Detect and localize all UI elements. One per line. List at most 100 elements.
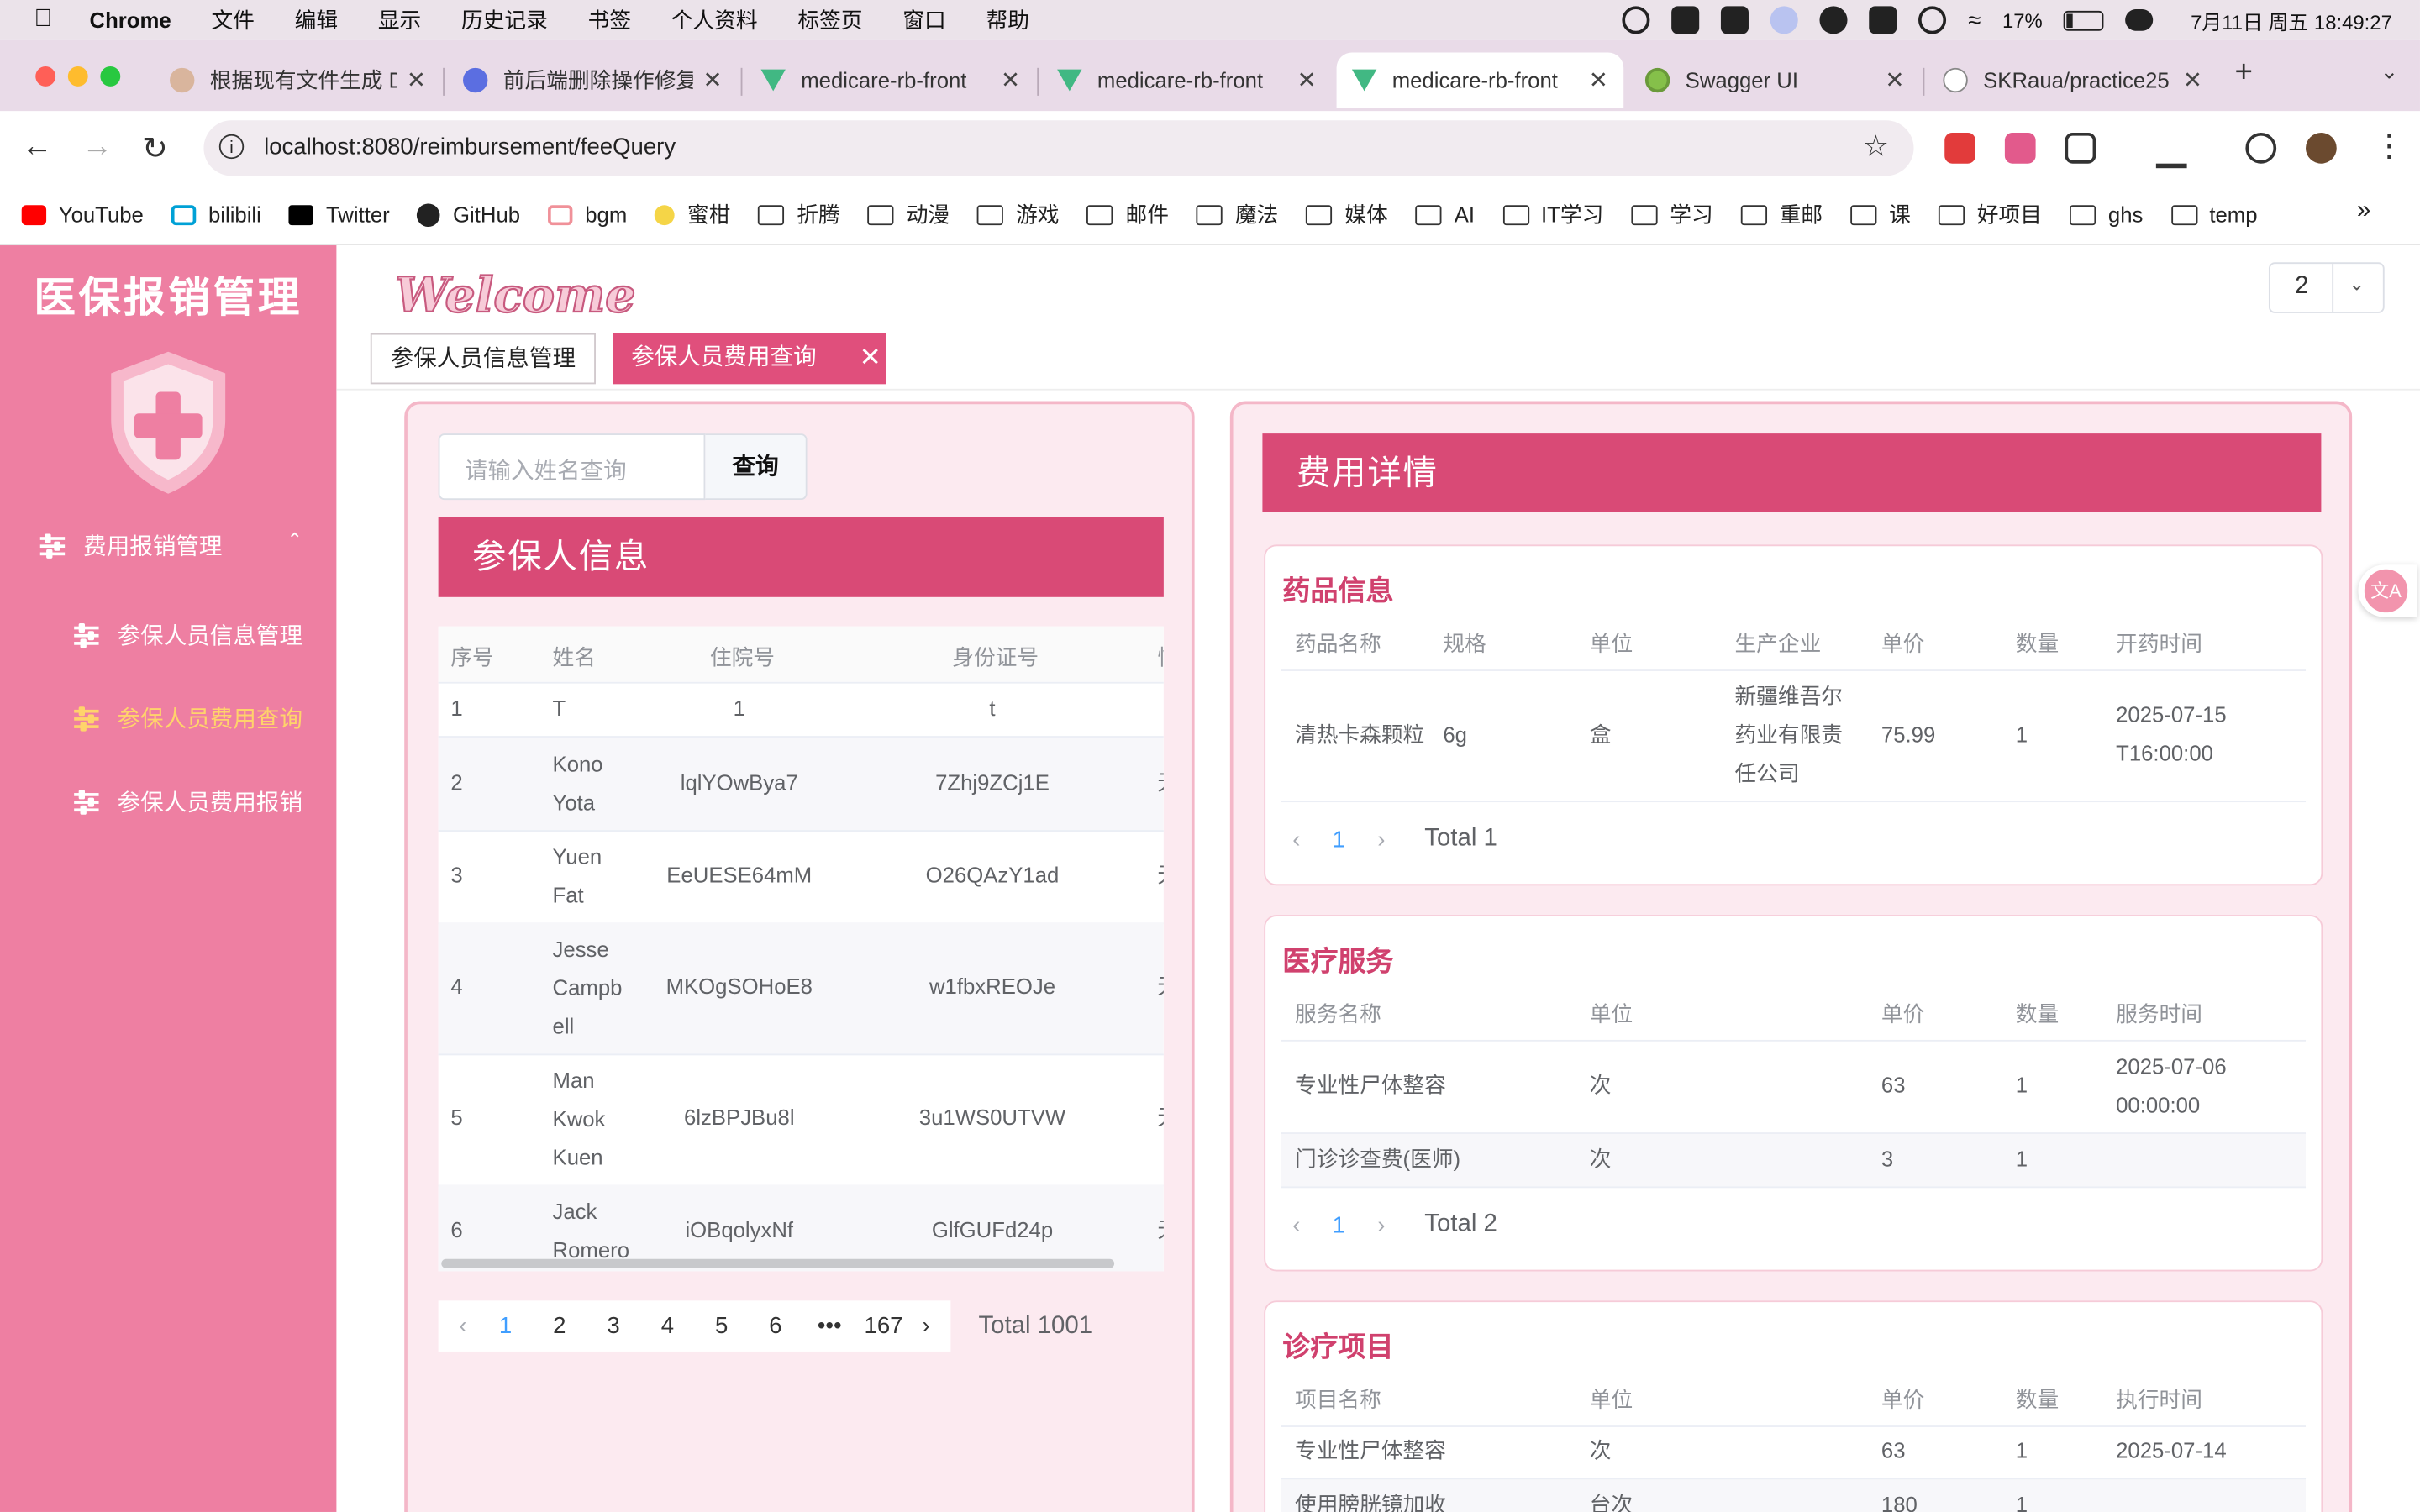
column-header[interactable]: 单价 xyxy=(1881,998,1924,1029)
close-tab-icon[interactable]: ✕ xyxy=(1589,66,1608,94)
bookmark-mikan[interactable]: 蜜柑 xyxy=(655,199,730,230)
bookmark-folder[interactable]: ghs xyxy=(2069,202,2143,227)
page-number[interactable]: 1 xyxy=(1312,827,1365,853)
column-header[interactable]: 身份证号 xyxy=(952,642,1039,673)
bell-icon[interactable] xyxy=(1819,6,1848,34)
bookmark-folder[interactable]: temp xyxy=(2170,202,2258,227)
sidebar-item-insured-info[interactable]: 参保人员信息管理 xyxy=(74,616,321,653)
column-header[interactable]: 性 xyxy=(1158,642,1164,673)
close-tab-icon[interactable]: ✕ xyxy=(407,66,426,94)
tab-search-chevron-icon[interactable]: ⌄ xyxy=(2381,59,2399,85)
profile-avatar-icon[interactable] xyxy=(2306,132,2337,164)
download-icon[interactable] xyxy=(2155,133,2187,169)
browser-tab[interactable]: medicare-rb-front ✕ xyxy=(1042,52,1332,108)
menu-history[interactable]: 历史记录 xyxy=(461,5,548,36)
menu-view[interactable]: 显示 xyxy=(378,5,421,36)
forward-arrow-icon[interactable]: → xyxy=(82,129,113,165)
menu-file[interactable]: 文件 xyxy=(211,5,254,36)
close-tab-icon[interactable]: ✕ xyxy=(1885,66,1904,94)
bookmark-folder[interactable]: 动漫 xyxy=(867,199,950,230)
bookmark-folder[interactable]: 重邮 xyxy=(1740,199,1823,230)
table-row[interactable]: 5 Man Kwok Kuen 6lzBPJBu8l 3u1WS0UTVW 无 xyxy=(438,1053,1164,1187)
bookmark-folder[interactable]: AI xyxy=(1415,202,1475,227)
column-header[interactable]: 药品名称 xyxy=(1295,628,1381,659)
column-header[interactable]: 单位 xyxy=(1590,628,1633,659)
bookmark-folder[interactable]: 学习 xyxy=(1631,199,1713,230)
site-info-icon[interactable]: i xyxy=(218,134,245,160)
column-header[interactable]: 数量 xyxy=(2016,998,2059,1029)
column-header[interactable]: 单位 xyxy=(1590,1384,1633,1415)
bookmark-folder[interactable]: 游戏 xyxy=(977,199,1060,230)
menu-tabs[interactable]: 标签页 xyxy=(797,5,862,36)
browser-tab[interactable]: medicare-rb-front ✕ xyxy=(745,52,1035,108)
name-search-input[interactable]: 请输入姓名查询 xyxy=(438,433,706,501)
column-header[interactable]: 住院号 xyxy=(710,642,775,673)
table-row[interactable]: 使用膀胱镜加收 台次 180 1 xyxy=(1281,1479,2307,1512)
menu-edit[interactable]: 编辑 xyxy=(295,5,338,36)
bookmark-folder[interactable]: 魔法 xyxy=(1196,199,1278,230)
page-number[interactable]: 1 xyxy=(1312,1212,1365,1238)
column-header[interactable]: 数量 xyxy=(2016,1384,2059,1415)
bookmark-youtube[interactable]: YouTube xyxy=(21,202,144,227)
control-center-icon[interactable] xyxy=(2125,9,2154,31)
browser-tab[interactable]: 根据现有文件生成 D ✕ xyxy=(155,52,442,108)
menu-profiles[interactable]: 个人资料 xyxy=(671,5,758,36)
apple-icon[interactable]:  xyxy=(34,6,58,34)
screen-record-icon[interactable] xyxy=(1622,6,1650,34)
horizontal-scrollbar[interactable] xyxy=(441,1258,1115,1268)
reload-icon[interactable]: ↻ xyxy=(142,129,168,168)
page-number[interactable]: 167 xyxy=(856,1313,910,1339)
bookmark-bgm[interactable]: bgm xyxy=(548,202,627,227)
column-header[interactable]: 服务名称 xyxy=(1295,998,1381,1029)
menu-window[interactable]: 窗口 xyxy=(902,5,945,36)
search-button[interactable]: 查询 xyxy=(705,433,808,501)
table-row[interactable]: 4 Jesse Campbell MKOgSOHoE8 w1fbxREOJe 无 xyxy=(438,922,1164,1056)
cat-icon[interactable] xyxy=(1671,6,1700,34)
table-row[interactable]: 专业性尸体整容 次 63 1 2025-07-06 00:00:00 xyxy=(1281,1040,2307,1134)
tag-insured-info[interactable]: 参保人员信息管理 xyxy=(370,333,596,385)
close-tab-icon[interactable]: ✕ xyxy=(1001,66,1020,94)
column-header[interactable]: 姓名 xyxy=(553,642,596,673)
column-header[interactable]: 单价 xyxy=(1881,1384,1924,1415)
close-window-button[interactable] xyxy=(35,66,56,87)
next-page-icon[interactable]: › xyxy=(1365,1212,1397,1238)
sidebar-item-fee-reimburse[interactable]: 参保人员费用报销 xyxy=(74,782,321,819)
browser-tab[interactable]: Swagger UI ✕ xyxy=(1630,52,1920,108)
tag-fee-query-active[interactable]: 参保人员费用查询 ✕ xyxy=(613,333,886,385)
translate-float-button[interactable]: 文A xyxy=(2358,564,2417,617)
prev-page-icon[interactable]: ‹ xyxy=(448,1313,479,1339)
zoom-window-button[interactable] xyxy=(100,66,121,87)
extension-red-icon[interactable] xyxy=(1944,132,1975,164)
column-header[interactable]: 单价 xyxy=(1881,628,1924,659)
bookmark-twitter[interactable]: Twitter xyxy=(288,202,390,227)
bookmarks-overflow-icon[interactable]: » xyxy=(2357,197,2370,225)
prev-page-icon[interactable]: ‹ xyxy=(1281,827,1312,853)
table-row[interactable]: 专业性尸体整容 次 63 1 2025-07-14 xyxy=(1281,1425,2307,1480)
address-bar[interactable]: i localhost:8080/reimbursement/feeQuery … xyxy=(203,120,1914,176)
browser-tab[interactable]: 前后端删除操作修复 ✕ xyxy=(448,52,738,108)
column-header[interactable]: 单位 xyxy=(1590,998,1633,1029)
user-shield-icon[interactable] xyxy=(1770,6,1799,34)
column-header[interactable]: 执行时间 xyxy=(2116,1384,2202,1415)
wifi-icon[interactable]: ≈ xyxy=(1968,7,1981,33)
table-row[interactable]: 1 T 1 t xyxy=(438,682,1164,738)
more-menu-icon[interactable]: ⋮ xyxy=(2374,127,2405,165)
close-tab-icon[interactable]: ✕ xyxy=(1297,66,1317,94)
prev-page-icon[interactable]: ‹ xyxy=(1281,1212,1312,1238)
page-number[interactable]: 6 xyxy=(749,1313,802,1339)
column-header[interactable]: 序号 xyxy=(450,642,493,673)
close-tab-icon[interactable]: ✕ xyxy=(702,66,722,94)
menu-help[interactable]: 帮助 xyxy=(986,5,1028,36)
column-header[interactable]: 项目名称 xyxy=(1295,1384,1381,1415)
sidebar-item-fee-query[interactable]: 参保人员费用查询 xyxy=(74,699,321,736)
page-number[interactable]: 5 xyxy=(695,1313,749,1339)
column-header[interactable]: 服务时间 xyxy=(2116,998,2202,1029)
input-method-icon[interactable] xyxy=(1869,6,1897,34)
table-row[interactable]: 3 Yuen Fat EeUESE64mM O26QAzY1ad 无 xyxy=(438,830,1164,925)
account-icon[interactable] xyxy=(1918,6,1947,34)
browser-tab-active[interactable]: medicare-rb-front ✕ xyxy=(1336,52,1624,108)
bookmark-folder[interactable]: 媒体 xyxy=(1306,199,1388,230)
menu-bookmarks[interactable]: 书签 xyxy=(588,5,631,36)
column-header[interactable]: 规格 xyxy=(1443,628,1486,659)
new-tab-icon[interactable]: + xyxy=(2235,55,2253,91)
